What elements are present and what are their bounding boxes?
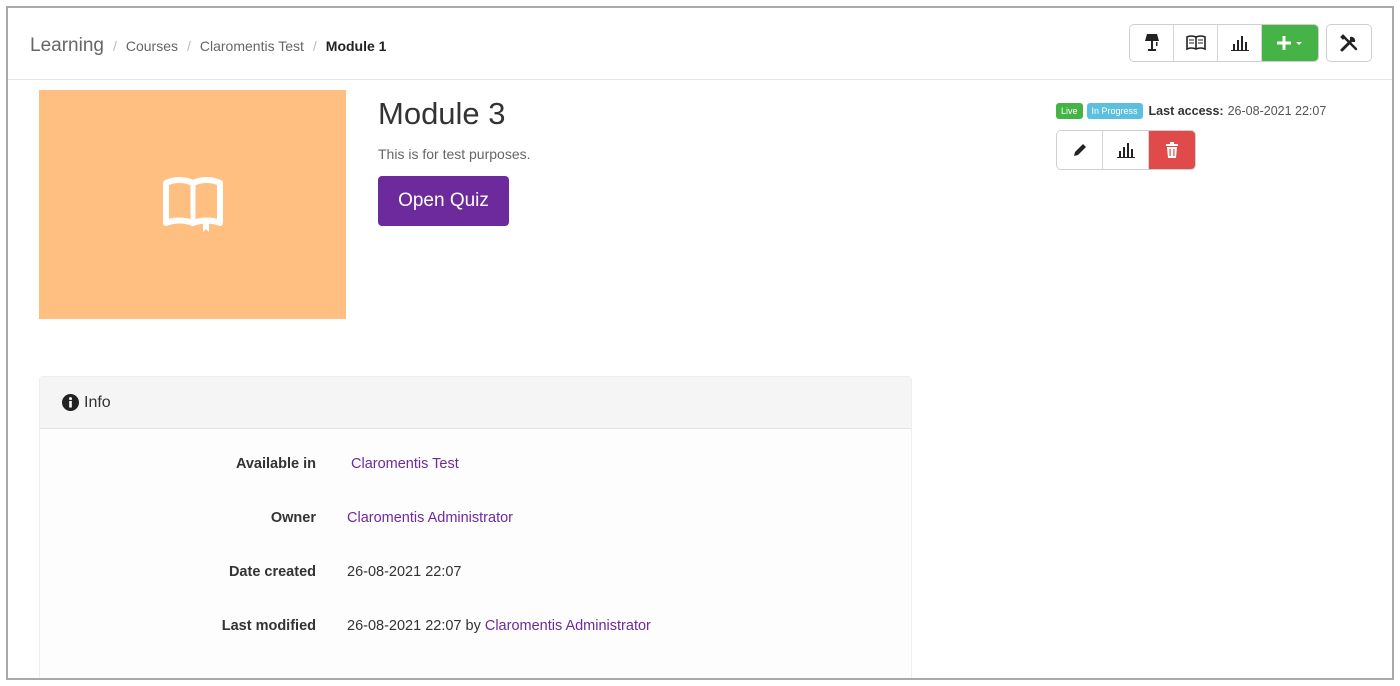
info-row-date-created: Date created 26-08-2021 22:07 — [40, 564, 913, 584]
book-open-icon — [162, 176, 223, 232]
pencil-icon — [1073, 144, 1086, 156]
tools-icon — [1340, 34, 1358, 52]
module-description: This is for test purposes. — [378, 146, 531, 162]
breadcrumb-separator: / — [112, 38, 117, 54]
last-access-label: Last access: — [1148, 104, 1224, 118]
trash-icon — [1166, 142, 1178, 158]
tools-toolbar — [1326, 24, 1372, 62]
breadcrumb-separator: / — [312, 38, 317, 54]
breadcrumb-root[interactable]: Learning — [30, 35, 104, 57]
status-row: Live In Progress Last access: 26-08-2021… — [1056, 103, 1326, 119]
page-title: Module 3 — [378, 96, 506, 131]
available-in-label: Available in — [235, 456, 316, 472]
header-toolbar — [1129, 24, 1319, 62]
delete-button[interactable] — [1149, 131, 1195, 169]
library-button[interactable] — [1174, 25, 1218, 61]
last-modified-value: 26-08-2021 22:07 by Claromentis Administ… — [347, 618, 651, 634]
info-heading: Info — [84, 393, 111, 411]
info-row-available: Available in Claromentis Test — [40, 456, 913, 476]
top-bar: Learning / Courses / Claromentis Test / … — [8, 8, 1392, 80]
date-created-value: 26-08-2021 22:07 — [347, 564, 462, 580]
lamp-button[interactable] — [1130, 25, 1174, 61]
date-created-label: Date created — [228, 564, 316, 580]
plus-icon — [1277, 36, 1302, 50]
open-quiz-button[interactable]: Open Quiz — [378, 176, 509, 226]
owner-label: Owner — [270, 510, 316, 526]
book-open-icon — [1185, 35, 1206, 51]
tools-button[interactable] — [1327, 25, 1371, 61]
available-in-link[interactable]: Claromentis Test — [351, 456, 459, 472]
status-badge-progress: In Progress — [1086, 103, 1143, 119]
lamp-icon — [1144, 34, 1159, 51]
bar-chart-icon — [1230, 36, 1249, 51]
last-modified-label: Last modified — [221, 618, 316, 634]
edit-button[interactable] — [1057, 131, 1103, 169]
breadcrumb-separator: / — [186, 38, 191, 54]
app-window: Learning / Courses / Claromentis Test / … — [6, 6, 1394, 680]
reports-button[interactable] — [1218, 25, 1262, 61]
info-panel-header: Info — [40, 377, 911, 429]
info-icon — [62, 394, 79, 411]
breadcrumb-course[interactable]: Claromentis Test — [200, 38, 304, 54]
breadcrumb-courses[interactable]: Courses — [126, 38, 178, 54]
breadcrumb-current: Module 1 — [325, 38, 387, 54]
last-access-value: 26-08-2021 22:07 — [1227, 104, 1327, 118]
module-thumbnail — [39, 90, 346, 319]
bar-chart-icon — [1116, 143, 1135, 158]
info-row-last-modified: Last modified 26-08-2021 22:07 by Clarom… — [40, 618, 913, 638]
info-panel: Info Available in Claromentis Test Owner… — [39, 376, 913, 678]
module-actions — [1056, 130, 1196, 170]
status-badge-live: Live — [1056, 103, 1083, 119]
last-modified-date: 26-08-2021 22:07 by — [347, 618, 481, 634]
add-button[interactable] — [1262, 25, 1318, 61]
last-modified-by-link[interactable]: Claromentis Administrator — [485, 618, 651, 634]
info-row-owner: Owner Claromentis Administrator — [40, 510, 913, 530]
breadcrumb: Learning / Courses / Claromentis Test / … — [30, 35, 386, 57]
reports-button[interactable] — [1103, 131, 1149, 169]
owner-link[interactable]: Claromentis Administrator — [347, 510, 513, 526]
